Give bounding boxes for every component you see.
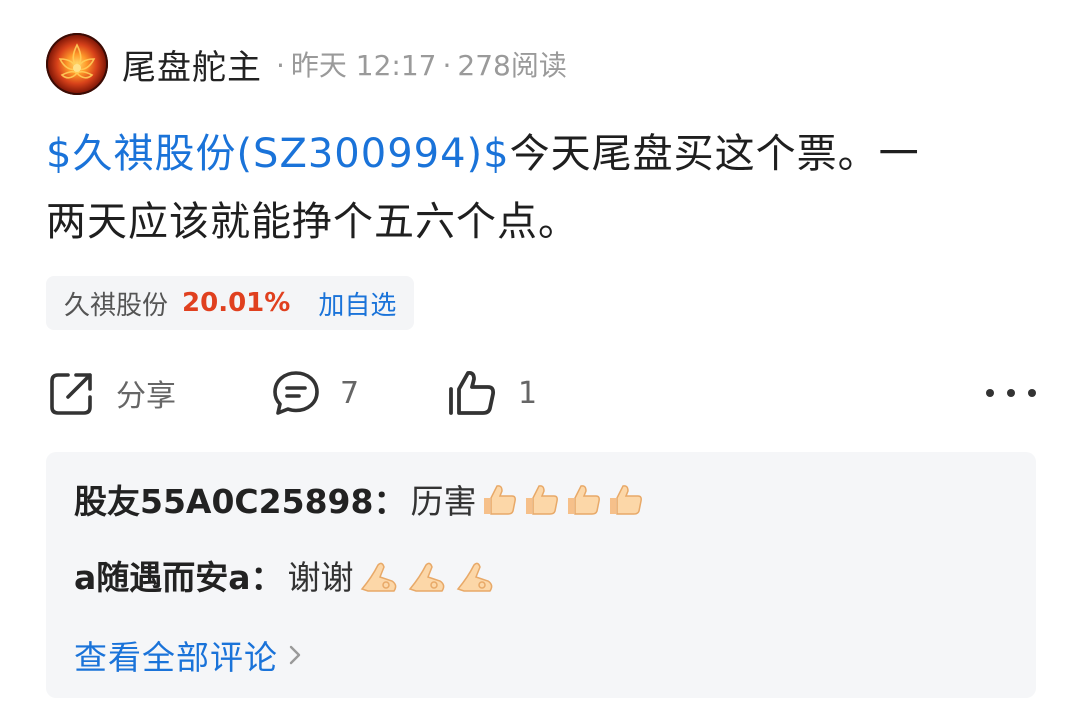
- ok-hand-emoji-icon: [456, 562, 492, 592]
- meta-separator-2: ·: [442, 49, 452, 82]
- comment-user[interactable]: a随遇而安a: [74, 551, 251, 599]
- like-count: 1: [518, 375, 538, 411]
- post-meta: · 昨天 12:17 · 278阅读: [270, 44, 567, 84]
- stock-tag-link[interactable]: $久祺股份(SZ300994)$: [46, 131, 510, 177]
- post-time: 昨天 12:17: [290, 49, 437, 82]
- comment-button[interactable]: 7: [270, 362, 359, 424]
- author-name[interactable]: 尾盘舵主: [122, 40, 262, 89]
- post-header: 尾盘舵主 · 昨天 12:17 · 278阅读: [46, 32, 567, 96]
- post-body: $久祺股份(SZ300994)$今天尾盘买这个票。一 两天应该就能挣个五六个点。: [46, 120, 1036, 256]
- thumbs-up-icon: [449, 370, 496, 415]
- thumbs-up-emoji-icon: [568, 485, 601, 515]
- thumbs-up-emoji-row: [480, 480, 648, 518]
- more-dots-icon: [1007, 389, 1015, 397]
- share-icon: [50, 373, 92, 415]
- comment-count: 7: [340, 375, 360, 411]
- share-label: 分享: [116, 379, 176, 414]
- thumbs-up-emoji-icon: [484, 485, 517, 515]
- more-dots-icon: [1028, 389, 1036, 397]
- share-button[interactable]: 分享: [46, 362, 176, 424]
- ok-hand-emoji-icon: [408, 562, 444, 592]
- comment-item[interactable]: 股友55A0C25898：历害: [74, 474, 648, 524]
- post-line-2: 两天应该就能挣个五六个点。: [46, 199, 579, 245]
- comment-item[interactable]: a随遇而安a：谢谢: [74, 550, 502, 600]
- author-avatar[interactable]: [46, 33, 108, 95]
- post-text-1: 今天尾盘买这个票。一: [509, 131, 920, 177]
- comment-text: 历害: [410, 482, 477, 521]
- comment-colon: ：: [250, 558, 284, 597]
- thumbs-up-emoji-icon: [610, 485, 643, 515]
- chip-stock-change: 20.01%: [182, 288, 291, 318]
- comment-icon: [273, 371, 319, 415]
- comment-colon: ：: [373, 482, 407, 521]
- read-count: 278阅读: [457, 49, 567, 82]
- lotus-flame-icon: [58, 43, 96, 79]
- stock-chip[interactable]: 久祺股份 20.01% 加自选: [46, 276, 415, 330]
- ok-hand-emoji-row: [358, 555, 502, 595]
- comment-user[interactable]: 股友55A0C25898: [74, 475, 373, 523]
- post-line-1: $久祺股份(SZ300994)$今天尾盘买这个票。一: [46, 120, 1036, 188]
- thumbs-up-emoji-icon: [526, 485, 559, 515]
- view-all-comments-link[interactable]: 查看全部评论: [74, 630, 302, 680]
- add-watchlist-button[interactable]: 加自选: [318, 285, 396, 322]
- meta-separator: ·: [276, 49, 285, 82]
- chevron-right-icon: [288, 636, 302, 675]
- chip-stock-name[interactable]: 久祺股份: [64, 285, 168, 322]
- view-all-label: 查看全部评论: [74, 638, 278, 677]
- more-dots-icon: [986, 389, 994, 397]
- more-options-button[interactable]: [986, 376, 1036, 410]
- like-button[interactable]: 1: [446, 362, 537, 424]
- comments-preview: 股友55A0C25898：历害 a随遇而安a：谢谢 查看全部评论: [46, 452, 1036, 698]
- ok-hand-emoji-icon: [360, 562, 396, 592]
- action-bar: 分享 7 1: [46, 362, 1036, 424]
- comment-text: 谢谢: [287, 558, 354, 597]
